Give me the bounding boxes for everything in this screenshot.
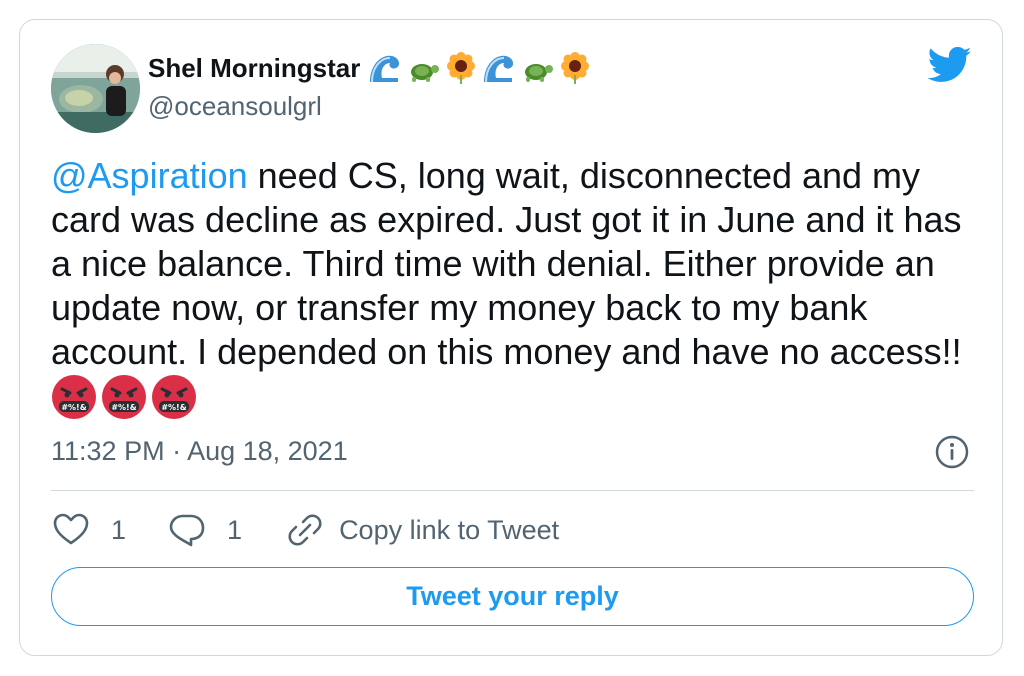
copy-link-label: Copy link to Tweet: [339, 514, 560, 545]
wave-icon: [370, 55, 400, 83]
angry-cursing-face-icon: #%!&: [151, 374, 197, 430]
reply-count: 1: [227, 514, 243, 545]
divider: [51, 490, 974, 491]
wave-icon: [484, 55, 514, 83]
twitter-bird-icon[interactable]: [928, 46, 972, 84]
svg-text:#%!&: #%!&: [161, 403, 186, 412]
reply-icon: [169, 514, 205, 547]
tweet-timestamp[interactable]: 11:32 PM · Aug 18, 2021: [51, 436, 348, 467]
tweet-card: Shel Morningstar @oceansoulgrl @Aspirati…: [19, 19, 1003, 656]
avatar[interactable]: [51, 44, 140, 133]
like-count: 1: [111, 514, 127, 545]
action-bar: 1 1 Copy link to Tweet: [51, 508, 559, 552]
user-handle[interactable]: @oceansoulgrl: [148, 91, 322, 122]
display-name[interactable]: Shel Morningstar: [148, 53, 360, 84]
heart-icon: [53, 513, 89, 545]
turtle-icon: [525, 64, 554, 82]
link-icon: [288, 514, 322, 546]
mention-link[interactable]: @Aspiration: [51, 155, 248, 196]
reply-button[interactable]: 1: [167, 510, 242, 550]
sunflower-icon: [447, 52, 476, 84]
angry-cursing-face-icon: #%!&: [101, 374, 147, 430]
tweet-your-reply-button[interactable]: Tweet your reply: [51, 567, 974, 626]
copy-link-button[interactable]: Copy link to Tweet: [285, 510, 559, 550]
name-emojis: [368, 51, 592, 85]
tweet-text: @Aspiration need CS, long wait, disconne…: [51, 154, 971, 430]
info-icon[interactable]: [934, 434, 970, 470]
svg-text:#%!&: #%!&: [111, 403, 136, 412]
like-button[interactable]: 1: [51, 510, 126, 550]
angry-cursing-face-icon: #%!&: [51, 374, 97, 430]
svg-text:#%!&: #%!&: [61, 403, 86, 412]
turtle-icon: [411, 64, 440, 82]
sunflower-icon: [561, 52, 590, 84]
